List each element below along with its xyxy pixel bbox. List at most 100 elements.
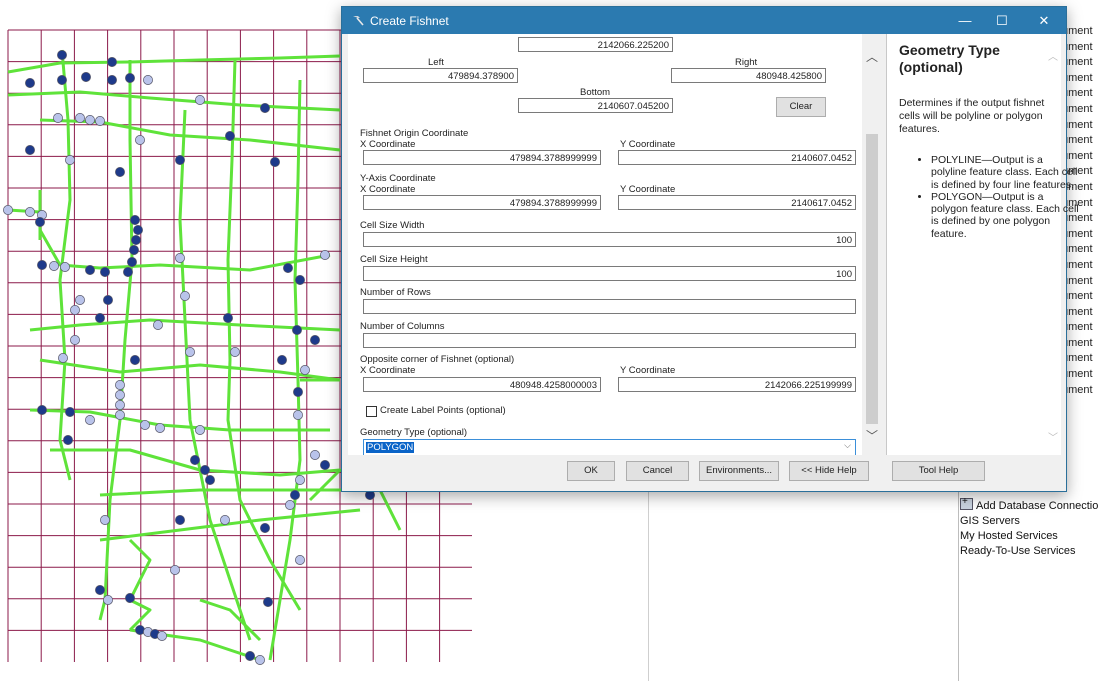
cell-width-field[interactable]: 100 — [363, 232, 856, 247]
catalog-item-my-hosted-services[interactable]: My Hosted Services — [960, 529, 1098, 544]
ok-button[interactable]: OK — [567, 461, 615, 481]
catalog-list-item[interactable]: ument — [1062, 305, 1098, 321]
point-feature-light — [100, 515, 110, 525]
point-feature-light — [300, 365, 310, 375]
parameters-scrollbar[interactable]: ︿ ﹀ — [862, 34, 882, 455]
help-scroll-down-icon[interactable]: ﹀ — [1048, 429, 1058, 444]
clear-extent-button[interactable]: Clear — [776, 97, 826, 117]
point-feature-dark — [223, 313, 233, 323]
rows-field[interactable] — [363, 299, 856, 314]
point-feature-light — [53, 113, 63, 123]
point-feature-light — [115, 410, 125, 420]
catalog-list-item[interactable]: ument — [1062, 289, 1098, 305]
columns-field[interactable] — [363, 333, 856, 348]
environments-button[interactable]: Environments... — [699, 461, 779, 481]
geometry-type-value: POLYGON — [366, 442, 415, 453]
catalog-list-item[interactable]: ument — [1062, 367, 1098, 383]
point-feature-light — [103, 595, 113, 605]
point-feature-dark — [205, 475, 215, 485]
help-scroll-up-icon[interactable]: ︿ — [1048, 48, 1058, 63]
opposite-y-field[interactable]: 2142066.225199999 — [618, 377, 856, 392]
catalog-list-item[interactable]: ument — [1062, 274, 1098, 290]
point-feature-light — [85, 415, 95, 425]
parameters-pane: 2142066.225200 Left 479894.378900 Right … — [348, 34, 882, 455]
point-feature-light — [143, 75, 153, 85]
point-feature-light — [195, 95, 205, 105]
point-feature-dark — [127, 257, 137, 267]
catalog-panel-divider — [648, 490, 649, 681]
cell-height-field[interactable]: 100 — [363, 266, 856, 281]
opposite-x-label: X Coordinate — [360, 365, 416, 376]
catalog-list-item[interactable]: ument — [1062, 102, 1098, 118]
opposite-x-field[interactable]: 480948.4258000003 — [363, 377, 601, 392]
help-bullet-list: POLYLINE—Output is a polyline feature cl… — [899, 154, 1081, 240]
extent-right-field[interactable]: 480948.425800 — [671, 68, 826, 83]
dialog-titlebar[interactable]: Create Fishnet — ☐ ✕ — [342, 7, 1066, 34]
point-feature-light — [185, 347, 195, 357]
point-feature-dark — [320, 460, 330, 470]
close-button[interactable]: ✕ — [1021, 7, 1067, 34]
point-feature-light — [295, 555, 305, 565]
catalog-list-item[interactable]: ument — [1062, 336, 1098, 352]
hide-help-button[interactable]: << Hide Help — [789, 461, 869, 481]
catalog-item-add-database-connection[interactable]: Add Database Connectio — [960, 494, 1098, 514]
road-line — [128, 538, 152, 632]
point-feature-dark — [85, 265, 95, 275]
chevron-down-icon: ⌵ — [844, 440, 851, 450]
origin-x-field[interactable]: 479894.3788999999 — [363, 150, 601, 165]
point-feature-dark — [133, 225, 143, 235]
point-feature-light — [170, 565, 180, 575]
scroll-up-icon[interactable]: ︿ — [866, 48, 878, 65]
origin-y-field[interactable]: 2140607.0452 — [618, 150, 856, 165]
point-feature-light — [295, 475, 305, 485]
geometry-type-select[interactable]: POLYGON ⌵ — [363, 439, 856, 455]
scrollbar-thumb[interactable] — [866, 134, 878, 424]
point-feature-dark — [63, 435, 73, 445]
extent-left-label: Left — [428, 57, 444, 68]
catalog-list-item[interactable]: ument — [1062, 40, 1098, 56]
catalog-list-item[interactable]: ument — [1062, 24, 1098, 40]
catalog-list-item[interactable]: ument — [1062, 351, 1098, 367]
hammer-icon — [353, 16, 364, 26]
label-points-checkbox[interactable] — [366, 406, 377, 417]
point-feature-dark — [107, 57, 117, 67]
yaxis-x-field[interactable]: 479894.3788999999 — [363, 195, 601, 210]
extent-left-field[interactable]: 479894.378900 — [363, 68, 518, 83]
help-pane: Geometry Type (optional) Determines if t… — [886, 34, 1079, 455]
maximize-button[interactable]: ☐ — [979, 7, 1025, 34]
catalog-list-item[interactable]: ument — [1062, 55, 1098, 71]
rows-label: Number of Rows — [360, 287, 431, 298]
point-feature-light — [65, 155, 75, 165]
scroll-down-icon[interactable]: ﹀ — [866, 427, 878, 444]
catalog-list-item[interactable]: ument — [1062, 133, 1098, 149]
point-feature-dark — [310, 335, 320, 345]
catalog-item-ready-to-use-services[interactable]: Ready-To-Use Services — [960, 544, 1098, 559]
extent-top-field[interactable]: 2142066.225200 — [518, 37, 673, 52]
tool-help-button[interactable]: Tool Help — [892, 461, 985, 481]
catalog-list-item[interactable]: ument — [1062, 71, 1098, 87]
catalog-item-gis-servers[interactable]: GIS Servers — [960, 514, 1098, 529]
point-feature-dark — [129, 245, 139, 255]
point-feature-light — [85, 115, 95, 125]
point-feature-light — [115, 390, 125, 400]
extent-bottom-field[interactable]: 2140607.045200 — [518, 98, 673, 113]
point-feature-dark — [175, 515, 185, 525]
point-feature-dark — [260, 103, 270, 113]
point-feature-dark — [295, 275, 305, 285]
point-feature-light — [115, 400, 125, 410]
catalog-list-item[interactable]: ument — [1062, 258, 1098, 274]
catalog-list-item[interactable]: ument — [1062, 86, 1098, 102]
point-feature-dark — [270, 157, 280, 167]
point-feature-light — [175, 253, 185, 263]
point-feature-light — [95, 116, 105, 126]
point-feature-dark — [225, 131, 235, 141]
cancel-button[interactable]: Cancel — [626, 461, 689, 481]
point-feature-dark — [200, 465, 210, 475]
catalog-list-item[interactable]: ument — [1062, 242, 1098, 258]
yaxis-y-field[interactable]: 2140617.0452 — [618, 195, 856, 210]
catalog-list-item[interactable]: ument — [1062, 383, 1098, 399]
catalog-list-item[interactable]: ument — [1062, 118, 1098, 134]
point-feature-light — [70, 335, 80, 345]
catalog-list-item[interactable]: ument — [1062, 320, 1098, 336]
point-feature-dark — [245, 651, 255, 661]
